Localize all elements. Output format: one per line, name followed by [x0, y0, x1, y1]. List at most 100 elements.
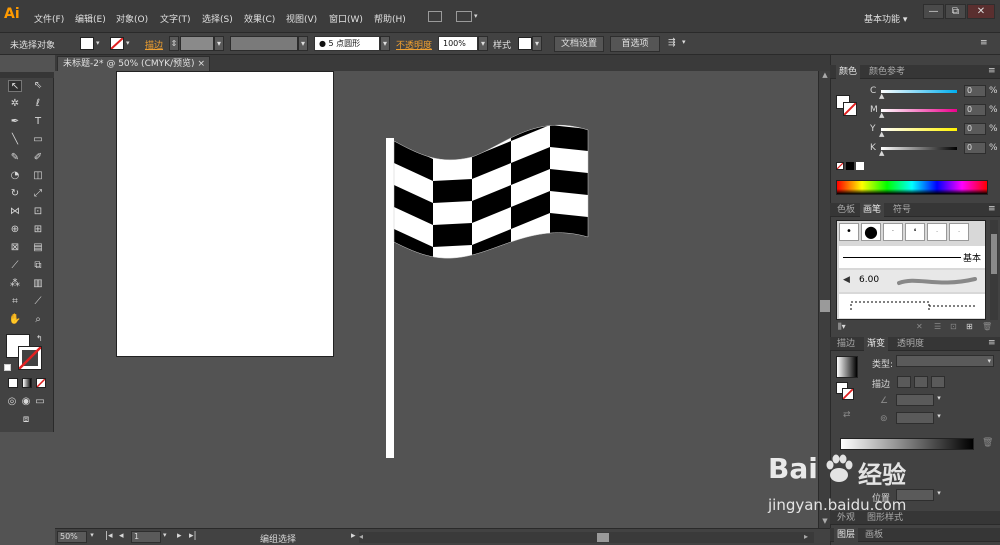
pencil-tool-icon[interactable]: ✐: [31, 152, 45, 164]
brush-definition[interactable]: ● 5 点圆形: [314, 36, 380, 51]
draw-inside-icon[interactable]: ▭: [34, 396, 46, 408]
artboard-dropdown-icon[interactable]: ▾: [163, 531, 167, 539]
column-graph-tool-icon[interactable]: ▥: [31, 278, 45, 290]
close-tab-icon[interactable]: ×: [197, 57, 205, 71]
stroke-across-icon[interactable]: [931, 376, 945, 388]
zoom-dropdown-icon[interactable]: ▾: [87, 531, 97, 543]
next-artboard-icon[interactable]: ▸: [177, 531, 182, 541]
black-value-input[interactable]: 0: [964, 142, 986, 154]
pen-tool-icon[interactable]: ✒: [8, 116, 22, 128]
panel-menu-icon[interactable]: ≡: [988, 338, 996, 348]
perspective-grid-tool-icon[interactable]: ⊞: [31, 224, 45, 236]
menu-select[interactable]: 选择(S): [202, 12, 233, 25]
status-play-icon[interactable]: ▸: [351, 531, 356, 541]
menu-effect[interactable]: 效果(C): [244, 12, 275, 25]
bridge-icon[interactable]: [428, 11, 442, 22]
scroll-up-icon[interactable]: ▲: [820, 71, 830, 81]
tab-symbols[interactable]: 符号: [890, 203, 914, 217]
status-text[interactable]: 编组选择: [260, 532, 296, 545]
type-tool-icon[interactable]: T: [31, 116, 45, 128]
style-dropdown[interactable]: ▾: [532, 36, 542, 51]
line-tool-icon[interactable]: ╲: [8, 134, 22, 146]
menu-file[interactable]: 文件(F): [34, 12, 64, 25]
aspect-ratio-dropdown-icon[interactable]: ▾: [934, 412, 944, 424]
tab-artboards[interactable]: 画板: [862, 528, 886, 542]
yellow-slider[interactable]: [881, 128, 957, 131]
white-swatch[interactable]: [856, 162, 864, 170]
menu-object[interactable]: 对象(O): [116, 12, 148, 25]
eyedropper-tool-icon[interactable]: ⟋: [8, 260, 22, 272]
profile-dropdown[interactable]: ▾: [298, 36, 308, 51]
hand-tool-icon[interactable]: ✋: [8, 314, 22, 326]
restore-button[interactable]: ⧉: [945, 4, 966, 19]
stroke-within-icon[interactable]: [897, 376, 911, 388]
new-brush-icon[interactable]: ⊞: [966, 322, 973, 331]
preferences-button[interactable]: 首选项: [610, 36, 660, 52]
brush-dot-large[interactable]: ●: [861, 223, 881, 241]
free-transform-tool-icon[interactable]: ⊡: [31, 206, 45, 218]
options-selected-object-icon[interactable]: ⊡: [950, 322, 957, 331]
tab-layers[interactable]: 图层: [834, 528, 859, 542]
stroke-color-box[interactable]: [18, 346, 42, 370]
document-tab[interactable]: 未标题-2* @ 50% (CMYK/预览) ×: [57, 56, 210, 71]
tab-color-guide[interactable]: 颜色参考: [866, 65, 908, 79]
slice-tool-icon[interactable]: ⟋: [31, 296, 45, 308]
color-mode-icon[interactable]: [8, 378, 18, 388]
aspect-ratio-input[interactable]: [896, 412, 934, 424]
brush-dropdown[interactable]: ▾: [380, 36, 390, 51]
zoom-input[interactable]: 50%: [57, 531, 87, 543]
stroke-label[interactable]: 描边: [145, 38, 163, 51]
zoom-tool-icon[interactable]: ⌕: [31, 314, 45, 326]
tab-graphic-styles[interactable]: 图形样式: [864, 511, 906, 525]
close-button[interactable]: ✕: [967, 4, 995, 19]
slider-handle-icon[interactable]: ▲: [879, 130, 884, 138]
draw-normal-icon[interactable]: ◎: [6, 396, 18, 408]
reverse-gradient-icon[interactable]: ⇄: [843, 410, 851, 420]
slider-handle-icon[interactable]: ▲: [879, 92, 884, 100]
opacity-dropdown[interactable]: ▾: [478, 36, 488, 51]
eraser-tool-icon[interactable]: ◫: [31, 170, 45, 182]
fill-swatch[interactable]: [80, 37, 94, 50]
horizontal-scroll-thumb[interactable]: [597, 533, 609, 542]
brush-dot-tiny[interactable]: ·: [883, 223, 903, 241]
tab-appearance[interactable]: 外观: [834, 511, 858, 525]
mesh-tool-icon[interactable]: ⊠: [8, 242, 22, 254]
width-tool-icon[interactable]: ⋈: [8, 206, 22, 218]
last-artboard-icon[interactable]: ▸|: [189, 531, 197, 541]
gradient-tool-icon[interactable]: ▤: [31, 242, 45, 254]
tab-brushes[interactable]: 画笔: [860, 203, 885, 217]
chevron-down-icon[interactable]: ▾: [682, 38, 686, 46]
brush-art-row[interactable]: ◀ 6.00: [839, 270, 985, 292]
menu-window[interactable]: 窗口(W): [329, 12, 363, 25]
document-setup-button[interactable]: 文档设置: [554, 36, 604, 52]
none-mode-icon[interactable]: [36, 378, 46, 388]
tab-transparency[interactable]: 透明度: [894, 337, 927, 351]
stroke-weight-input[interactable]: [180, 36, 214, 51]
black-slider[interactable]: [881, 147, 957, 150]
artboard-number-input[interactable]: 1: [131, 531, 161, 543]
draw-behind-icon[interactable]: ◉: [20, 396, 32, 408]
direct-selection-tool-icon[interactable]: ⇖: [31, 80, 45, 92]
scroll-right-icon[interactable]: ▸: [804, 532, 808, 541]
scale-tool-icon[interactable]: ⤢: [31, 188, 45, 200]
minimize-button[interactable]: —: [923, 4, 944, 19]
brush-dot-fine[interactable]: ·: [927, 223, 947, 241]
gradient-type-select[interactable]: ▾: [896, 355, 994, 367]
cyan-slider[interactable]: [881, 90, 957, 93]
rotate-tool-icon[interactable]: ↻: [8, 188, 22, 200]
tab-color[interactable]: 颜色: [836, 65, 861, 79]
opacity-input[interactable]: 100%: [438, 36, 478, 51]
blend-tool-icon[interactable]: ⧉: [31, 260, 45, 272]
slider-handle-icon[interactable]: ▲: [879, 149, 884, 157]
delete-brush-icon[interactable]: 🗑: [982, 322, 992, 331]
cyan-value-input[interactable]: 0: [964, 85, 986, 97]
magenta-value-input[interactable]: 0: [964, 104, 986, 116]
blob-brush-tool-icon[interactable]: ◔: [8, 170, 22, 182]
color-stroke-box[interactable]: [843, 102, 857, 116]
menu-help[interactable]: 帮助(H): [374, 12, 406, 25]
brush-pattern-row[interactable]: [839, 294, 985, 318]
stroke-stepper[interactable]: ⇕: [169, 36, 179, 51]
arrange-icon[interactable]: ⇶: [668, 38, 676, 48]
screen-mode-icon[interactable]: ⧈: [18, 414, 34, 426]
position-dropdown-icon[interactable]: ▾: [934, 489, 944, 501]
